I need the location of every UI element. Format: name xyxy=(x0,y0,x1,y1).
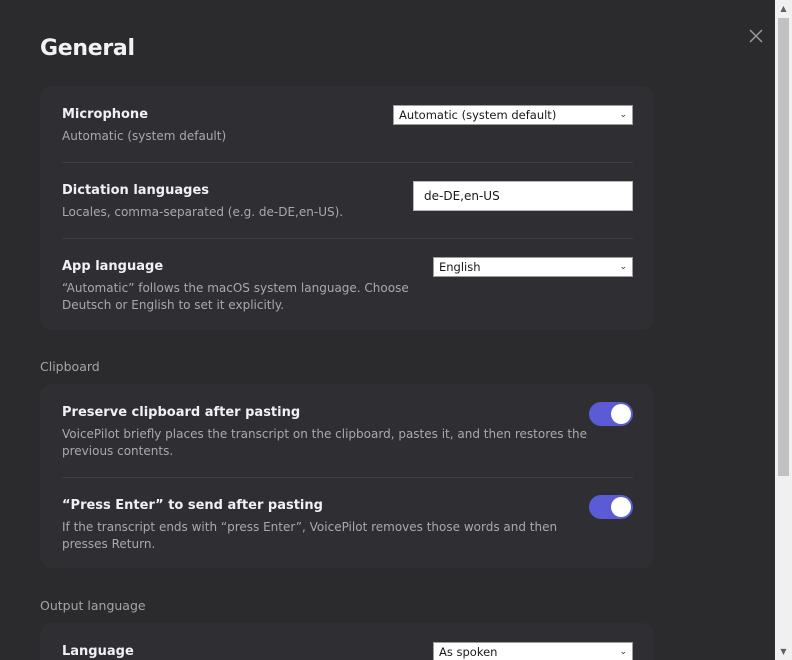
preserve-clipboard-row: Preserve clipboard after pasting VoicePi… xyxy=(62,405,633,465)
language-title: Language xyxy=(62,644,134,659)
clipboard-card: Preserve clipboard after pasting VoicePi… xyxy=(40,384,654,568)
section-label-output-language: Output language xyxy=(40,598,146,613)
press-enter-description: If the transcript ends with “press Enter… xyxy=(62,519,557,553)
dictation-title: Dictation languages xyxy=(62,183,209,198)
dictation-languages-input[interactable]: de-DE,en-US xyxy=(413,181,633,211)
chevron-down-icon: ⌄ xyxy=(619,262,627,272)
toggle-knob xyxy=(611,404,631,424)
settings-window: General Microphone Automatic (system def… xyxy=(0,0,775,660)
press-enter-description-line2: presses Return. xyxy=(62,537,156,551)
section-label-clipboard: Clipboard xyxy=(40,359,100,374)
app-language-title: App language xyxy=(62,259,164,274)
press-enter-description-line1: If the transcript ends with “press Enter… xyxy=(62,520,558,534)
microphone-title: Microphone xyxy=(62,107,149,122)
page-title: General xyxy=(40,36,135,61)
dictation-languages-value: de-DE,en-US xyxy=(424,189,500,203)
dictation-description: Locales, comma-separated (e.g. de-DE,en-… xyxy=(62,205,344,219)
app-language-description-line1: “Automatic” follows the macOS system lan… xyxy=(62,281,409,295)
app-language-select[interactable]: English ⌄ xyxy=(433,257,633,277)
app-language-description-line2: Deutsch or English to set it explicitly. xyxy=(62,298,285,312)
microphone-select[interactable]: Automatic (system default) ⌄ xyxy=(393,105,633,125)
chevron-down-icon: ⌄ xyxy=(619,647,627,657)
preserve-clipboard-title: Preserve clipboard after pasting xyxy=(62,405,301,420)
app-language-selected-value: English xyxy=(439,260,481,274)
close-icon xyxy=(749,29,763,43)
preserve-clipboard-description-line2: previous contents. xyxy=(62,444,174,458)
vertical-scrollbar[interactable]: ▲ ▼ xyxy=(775,0,792,660)
scroll-thumb[interactable] xyxy=(778,18,789,476)
app-language-description: “Automatic” follows the macOS system lan… xyxy=(62,280,409,314)
microphone-description: Automatic (system default) xyxy=(62,129,227,143)
chevron-down-icon: ⌄ xyxy=(619,110,627,120)
divider xyxy=(62,162,633,163)
output-language-card: Language As spoken ⌄ xyxy=(40,623,654,660)
divider xyxy=(62,477,633,478)
general-card: Microphone Automatic (system default) Au… xyxy=(40,86,654,330)
preserve-clipboard-toggle[interactable] xyxy=(589,402,633,426)
toggle-knob xyxy=(611,497,631,517)
press-enter-toggle[interactable] xyxy=(589,495,633,519)
output-language-select[interactable]: As spoken ⌄ xyxy=(433,642,633,660)
output-language-selected-value: As spoken xyxy=(439,645,498,659)
press-enter-row: “Press Enter” to send after pasting If t… xyxy=(62,498,633,558)
preserve-clipboard-description-line1: VoicePilot briefly places the transcript… xyxy=(62,427,588,441)
scroll-down-icon[interactable]: ▼ xyxy=(775,643,792,660)
preserve-clipboard-description: VoicePilot briefly places the transcript… xyxy=(62,426,587,460)
microphone-selected-value: Automatic (system default) xyxy=(399,108,557,122)
divider xyxy=(62,238,633,239)
close-button[interactable] xyxy=(746,26,766,46)
scroll-up-icon[interactable]: ▲ xyxy=(775,0,792,17)
press-enter-title: “Press Enter” to send after pasting xyxy=(62,498,323,513)
